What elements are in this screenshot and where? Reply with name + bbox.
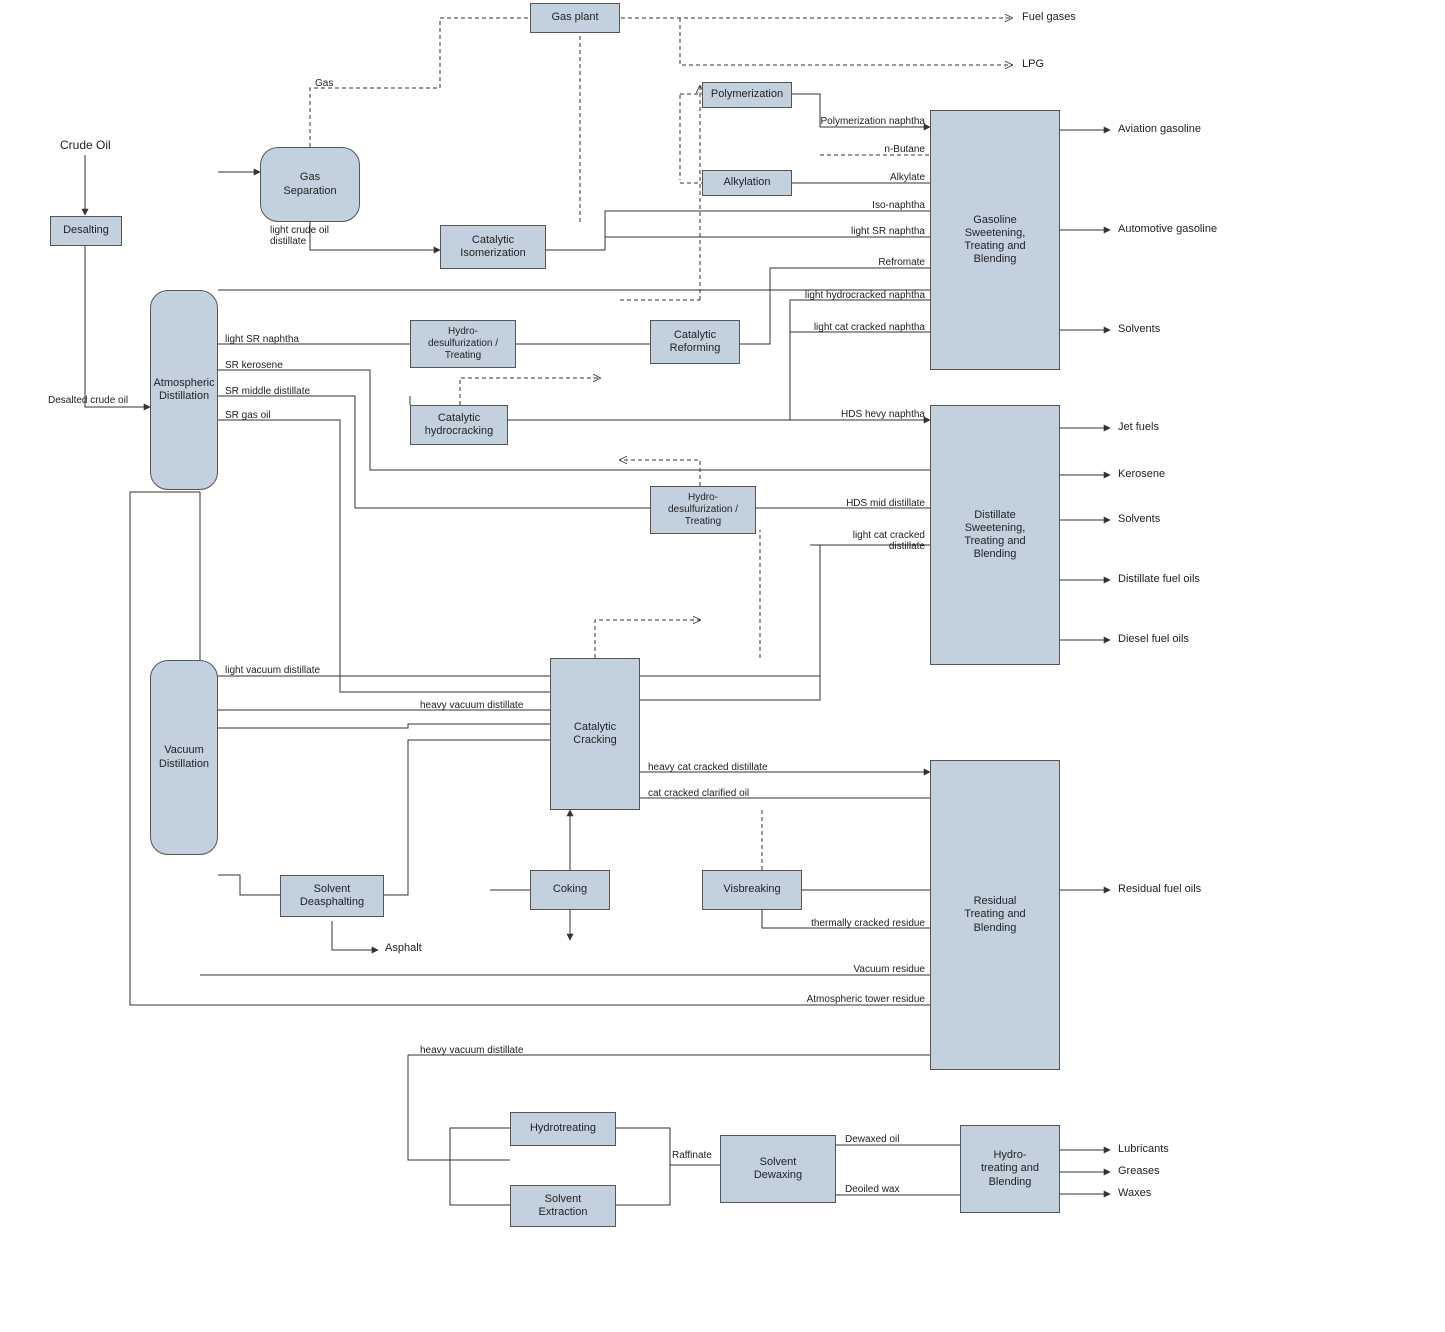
solvents-distillate-output: Solvents [1118, 513, 1160, 525]
thermally-cracked-residue-label: thermally cracked residue [780, 918, 925, 929]
diesel-fuel-oils-output: Diesel fuel oils [1118, 633, 1189, 645]
desalting-label: Desalting [63, 224, 109, 237]
catalytic-isomerization-label: Catalytic Isomerization [460, 234, 525, 260]
alkylation-label: Alkylation [723, 176, 770, 189]
hydro-treating-blending-label: Hydro- treating and Blending [981, 1149, 1039, 1189]
hydro-desulfurization-treating-1-unit: Hydro- desulfurization / Treating [410, 320, 516, 368]
gas-plant-label: Gas plant [551, 11, 598, 24]
iso-naphtha-label: Iso-naphtha [830, 200, 925, 211]
solvents-gasoline-output: Solvents [1118, 323, 1160, 335]
gas-stream-label: Gas [315, 78, 333, 89]
distillate-blending-unit: Distillate Sweetening, Treating and Blen… [930, 405, 1060, 665]
reformate-label: Refromate [830, 257, 925, 268]
hydro-desulfurization-treating-2-unit: Hydro- desulfurization / Treating [650, 486, 756, 534]
solvent-deasphalting-unit: Solvent Deasphalting [280, 875, 384, 917]
vacuum-distillation-label: Vacuum Distillation [159, 744, 209, 770]
atmospheric-distillation-label: Atmospheric Distillation [153, 377, 214, 403]
atmospheric-tower-residue-label: Atmospheric tower residue [760, 994, 925, 1005]
catalytic-isomerization-unit: Catalytic Isomerization [440, 225, 546, 269]
gas-separation-label: Gas Separation [283, 171, 336, 197]
gasoline-blending-unit: Gasoline Sweetening, Treating and Blendi… [930, 110, 1060, 370]
sr-gas-oil-label: SR gas oil [225, 410, 271, 421]
alkylation-unit: Alkylation [702, 170, 792, 196]
residual-blending-unit: Residual Treating and Blending [930, 760, 1060, 1070]
n-butane-label: n-Butane [830, 144, 925, 155]
solvent-extraction-unit: Solvent Extraction [510, 1185, 616, 1227]
hydro-desulfurization-2-label: Hydro- desulfurization / Treating [668, 492, 738, 528]
light-sr-naphtha-label: light SR naphtha [225, 334, 299, 345]
catalytic-cracking-unit: Catalytic Cracking [550, 658, 640, 810]
raffinate-label: Raffinate [672, 1150, 712, 1161]
kerosene-output: Kerosene [1118, 468, 1165, 480]
gasoline-blending-label: Gasoline Sweetening, Treating and Blendi… [964, 214, 1025, 267]
catalytic-hydrocracking-unit: Catalytic hydrocracking [410, 405, 508, 445]
aviation-gasoline-output: Aviation gasoline [1118, 123, 1201, 135]
light-crude-oil-distillate-label: light crude oil distillate [270, 225, 329, 247]
heavy-cat-cracked-distillate-label: heavy cat cracked distillate [648, 762, 768, 773]
alkylate-label: Alkylate [830, 172, 925, 183]
gas-plant-unit: Gas plant [530, 3, 620, 33]
desalted-crude-oil-label: Desalted crude oil [48, 395, 128, 406]
visbreaking-label: Visbreaking [723, 883, 780, 896]
crude-oil-input-label: Crude Oil [60, 138, 111, 152]
light-sr-naphtha-to-gasoline-label: light SR naphtha [810, 226, 925, 237]
greases-output: Greases [1118, 1165, 1160, 1177]
coking-unit: Coking [530, 870, 610, 910]
lpg-output: LPG [1022, 58, 1044, 70]
hds-mid-distillate-label: HDS mid distillate [810, 498, 925, 509]
fuel-gases-output: Fuel gases [1022, 11, 1076, 23]
polymerization-naphtha-label: Polymerization naphtha [800, 116, 925, 127]
light-cat-cracked-naphtha-label: light cat cracked naphtha [780, 322, 925, 333]
coking-label: Coking [553, 883, 587, 896]
cat-cracked-clarified-oil-label: cat cracked clarified oil [648, 788, 749, 799]
deoiled-wax-label: Deoiled wax [845, 1184, 899, 1195]
residual-blending-label: Residual Treating and Blending [964, 895, 1025, 935]
jet-fuels-output: Jet fuels [1118, 421, 1159, 433]
light-cat-cracked-distillate-label: light cat cracked distillate [810, 530, 925, 552]
catalytic-reforming-label: Catalytic Reforming [670, 329, 721, 355]
light-vacuum-distillate-label: light vacuum distillate [225, 665, 320, 676]
polymerization-unit: Polymerization [702, 82, 792, 108]
hydro-treating-blending-unit: Hydro- treating and Blending [960, 1125, 1060, 1213]
catalytic-hydrocracking-label: Catalytic hydrocracking [425, 412, 493, 438]
distillate-blending-label: Distillate Sweetening, Treating and Blen… [964, 509, 1025, 562]
vacuum-distillation-unit: Vacuum Distillation [150, 660, 218, 855]
hydrotreating-label: Hydrotreating [530, 1122, 596, 1135]
desalting-unit: Desalting [50, 216, 122, 246]
automotive-gasoline-output: Automotive gasoline [1118, 223, 1217, 235]
catalytic-reforming-unit: Catalytic Reforming [650, 320, 740, 364]
heavy-vacuum-distillate-1-label: heavy vacuum distillate [420, 700, 523, 711]
visbreaking-unit: Visbreaking [702, 870, 802, 910]
lubricants-output: Lubricants [1118, 1143, 1169, 1155]
vacuum-residue-label: Vacuum residue [810, 964, 925, 975]
hydro-desulfurization-1-label: Hydro- desulfurization / Treating [428, 326, 498, 362]
hydrotreating-unit: Hydrotreating [510, 1112, 616, 1146]
sr-middle-distillate-label: SR middle distillate [225, 386, 310, 397]
solvent-dewaxing-label: Solvent Dewaxing [754, 1156, 802, 1182]
gas-separation-unit: Gas Separation [260, 147, 360, 222]
catalytic-cracking-label: Catalytic Cracking [573, 721, 616, 747]
polymerization-label: Polymerization [711, 88, 783, 101]
atmospheric-distillation-unit: Atmospheric Distillation [150, 290, 218, 490]
waxes-output: Waxes [1118, 1187, 1151, 1199]
solvent-dewaxing-unit: Solvent Dewaxing [720, 1135, 836, 1203]
hds-heavy-naphtha-label: HDS hevy naphtha [810, 409, 925, 420]
residual-fuel-oils-output: Residual fuel oils [1118, 883, 1201, 895]
distillate-fuel-oils-output: Distillate fuel oils [1118, 573, 1200, 585]
solvent-deasphalting-label: Solvent Deasphalting [300, 883, 364, 909]
asphalt-label: Asphalt [385, 942, 422, 954]
dewaxed-oil-label: Dewaxed oil [845, 1134, 899, 1145]
sr-kerosene-label: SR kerosene [225, 360, 283, 371]
heavy-vacuum-distillate-2-label: heavy vacuum distillate [420, 1045, 523, 1056]
light-hydrocracked-naphtha-label: light hydrocracked naphtha [780, 290, 925, 301]
diagram-canvas: Crude Oil Desalting Atmospheric Distilla… [0, 0, 1445, 1332]
solvent-extraction-label: Solvent Extraction [539, 1193, 588, 1219]
